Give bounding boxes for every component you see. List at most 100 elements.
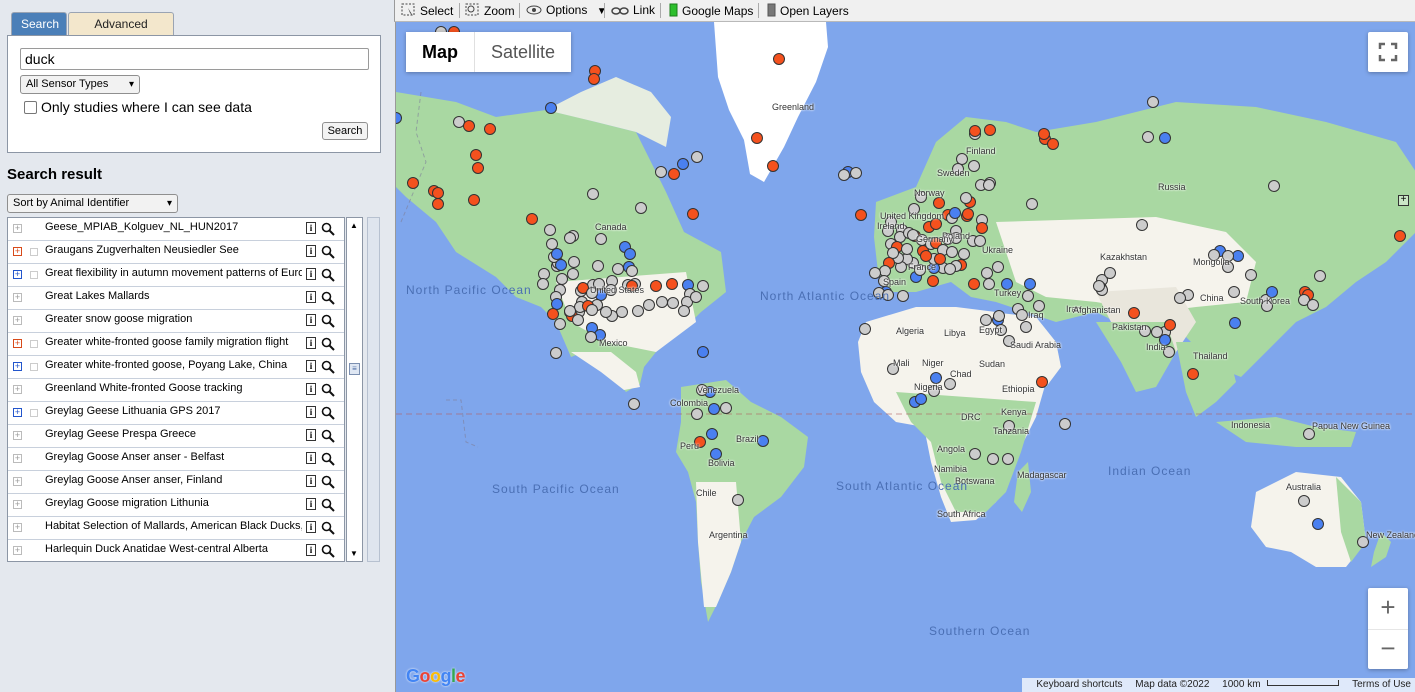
study-marker[interactable] (1093, 280, 1105, 292)
info-icon[interactable]: i (306, 429, 316, 441)
only-visible-checkbox[interactable] (24, 101, 37, 114)
expand-icon[interactable]: + (13, 546, 22, 555)
result-checkbox[interactable] (30, 248, 38, 256)
expand-icon[interactable]: + (13, 523, 22, 532)
result-name[interactable]: Harlequin Duck Anatidae West-central Alb… (45, 543, 302, 555)
tab-search[interactable]: Search (11, 12, 67, 36)
result-row[interactable]: + Greenland White-fronted Goose tracking i (8, 379, 344, 402)
study-marker[interactable] (773, 53, 785, 65)
study-marker[interactable] (1174, 292, 1186, 304)
study-marker[interactable] (564, 232, 576, 244)
study-marker[interactable] (468, 194, 480, 206)
expand-icon[interactable]: + (13, 362, 22, 371)
study-marker[interactable] (677, 158, 689, 170)
expand-icon[interactable]: + (13, 431, 22, 440)
study-marker[interactable] (1059, 418, 1071, 430)
study-marker[interactable] (545, 102, 557, 114)
options-menu[interactable]: Options ▼ (526, 3, 607, 19)
magnifier-icon[interactable] (321, 452, 335, 466)
result-row[interactable]: + Greylag Goose migration Lithunia i (8, 494, 344, 517)
study-marker[interactable] (678, 305, 690, 317)
magnifier-icon[interactable] (321, 360, 335, 374)
magnifier-icon[interactable] (321, 337, 335, 351)
study-marker[interactable] (1187, 368, 1199, 380)
study-marker[interactable] (1038, 128, 1050, 140)
study-marker[interactable] (667, 297, 679, 309)
magnifier-icon[interactable] (321, 268, 335, 282)
expand-icon[interactable]: + (1398, 195, 1409, 206)
expand-icon[interactable]: + (13, 247, 22, 256)
info-icon[interactable]: i (306, 521, 316, 533)
study-marker[interactable] (1147, 96, 1159, 108)
study-marker[interactable] (992, 261, 1004, 273)
study-marker[interactable] (556, 273, 568, 285)
magnifier-icon[interactable] (321, 314, 335, 328)
study-marker[interactable] (1307, 299, 1319, 311)
zoom-in-icon[interactable]: + (1368, 588, 1408, 628)
info-icon[interactable]: i (306, 360, 316, 372)
study-marker[interactable] (690, 291, 702, 303)
scroll-down-icon[interactable]: ▼ (350, 549, 358, 558)
study-marker[interactable] (567, 268, 579, 280)
study-marker[interactable] (706, 428, 718, 440)
study-marker[interactable] (587, 188, 599, 200)
study-marker[interactable] (453, 116, 465, 128)
google-maps-button[interactable]: Google Maps (669, 3, 753, 19)
expand-icon[interactable]: + (13, 477, 22, 486)
info-icon[interactable]: i (306, 498, 316, 510)
study-marker[interactable] (697, 346, 709, 358)
open-layers-button[interactable]: Open Layers (767, 3, 849, 19)
result-row[interactable]: + Great Lakes Mallards i (8, 287, 344, 310)
magnifier-icon[interactable] (321, 475, 335, 489)
study-marker[interactable] (1164, 319, 1176, 331)
result-name[interactable]: Greylag Goose Anser anser, Finland (45, 474, 302, 486)
result-checkbox[interactable] (30, 363, 38, 371)
map-type-satellite-button[interactable]: Satellite (475, 32, 571, 72)
result-row[interactable]: + Greater snow goose migration i (8, 310, 344, 333)
keyboard-shortcuts-link[interactable]: Keyboard shortcuts (1036, 679, 1122, 690)
search-input[interactable] (20, 48, 369, 70)
study-marker[interactable] (432, 187, 444, 199)
result-scrollbar[interactable]: ▲ ≡ ▼ (346, 217, 363, 562)
study-marker[interactable] (546, 238, 558, 250)
study-marker[interactable] (632, 305, 644, 317)
result-row[interactable]: + Greylag Geese Prespa Greece i (8, 425, 344, 448)
study-marker[interactable] (968, 278, 980, 290)
study-marker[interactable] (628, 398, 640, 410)
study-marker[interactable] (470, 149, 482, 161)
study-marker[interactable] (564, 305, 576, 317)
info-icon[interactable]: i (306, 268, 316, 280)
study-marker[interactable] (1394, 230, 1406, 242)
info-icon[interactable]: i (306, 406, 316, 418)
zoom-out-icon[interactable]: − (1368, 629, 1408, 669)
study-marker[interactable] (547, 308, 559, 320)
fullscreen-button[interactable] (1368, 32, 1408, 72)
study-marker[interactable] (1016, 309, 1028, 321)
study-marker[interactable] (1228, 286, 1240, 298)
study-marker[interactable] (537, 278, 549, 290)
result-row[interactable]: + Graugans Zugverhalten Neusiedler See i (8, 241, 344, 264)
study-marker[interactable] (626, 265, 638, 277)
study-marker[interactable] (687, 208, 699, 220)
result-row[interactable]: + Great flexibility in autumn movement pa… (8, 264, 344, 287)
result-checkbox[interactable] (30, 409, 38, 417)
result-name[interactable]: Greater white-fronted goose family migra… (45, 336, 302, 348)
study-marker[interactable] (944, 263, 956, 275)
magnifier-icon[interactable] (321, 406, 335, 420)
study-marker[interactable] (544, 224, 556, 236)
world-map[interactable] (396, 22, 1415, 692)
study-marker[interactable] (920, 250, 932, 262)
study-marker[interactable] (1159, 132, 1171, 144)
study-marker[interactable] (1104, 267, 1116, 279)
link-button[interactable]: Link (611, 3, 655, 19)
result-row[interactable]: + Harlequin Duck Anatidae West-central Al… (8, 540, 344, 561)
study-marker[interactable] (960, 192, 972, 204)
study-marker[interactable] (666, 278, 678, 290)
result-name[interactable]: Greylag Goose migration Lithunia (45, 497, 302, 509)
expand-icon[interactable]: + (13, 385, 22, 394)
study-marker[interactable] (983, 179, 995, 191)
study-marker[interactable] (585, 331, 597, 343)
info-icon[interactable]: i (306, 314, 316, 326)
study-marker[interactable] (568, 256, 580, 268)
study-marker[interactable] (757, 435, 769, 447)
